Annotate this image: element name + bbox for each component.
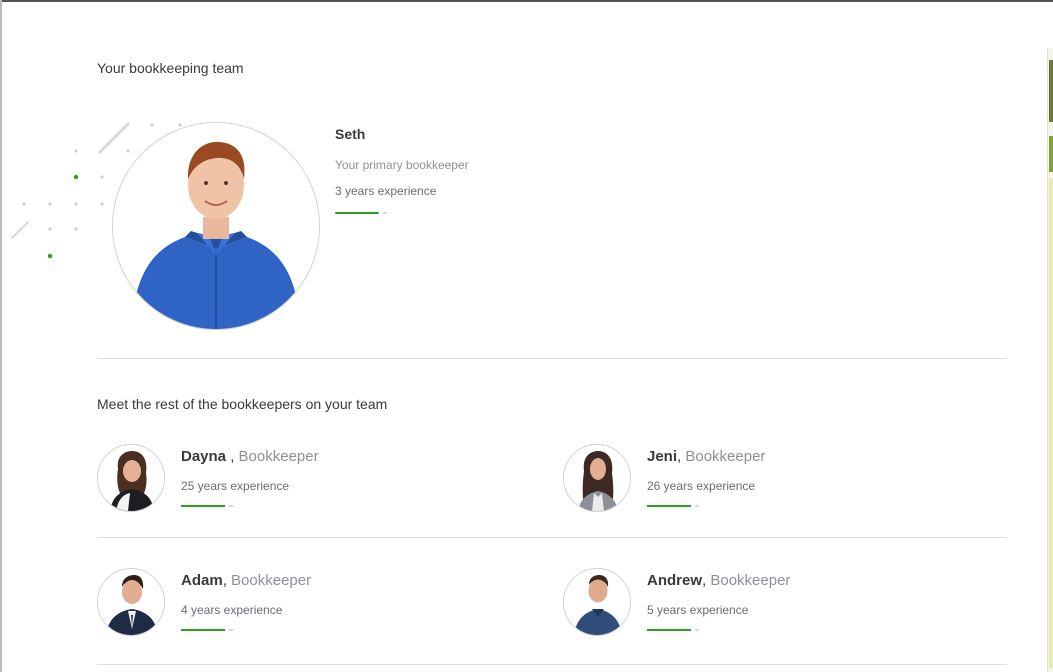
member-separator: , — [226, 448, 239, 465]
bookkeeping-team-panel: Your bookkeeping team Seth Your primary … — [0, 0, 1053, 672]
team-member-card: Andrew, Bookkeeper 5 years experience — [563, 568, 983, 640]
accent-underline — [335, 212, 387, 214]
member-avatar — [97, 444, 165, 512]
team-section-title: Meet the rest of the bookkeepers on your… — [97, 396, 388, 412]
member-role: Bookkeeper — [238, 448, 319, 465]
person-photo-icon — [113, 123, 319, 329]
member-role: Bookkeeper — [685, 448, 766, 465]
member-name-line: Dayna , Bookkeeper — [181, 448, 319, 465]
right-strip-segment — [1049, 178, 1053, 668]
person-photo-icon — [98, 445, 164, 511]
person-photo-icon — [98, 569, 164, 635]
section-title: Your bookkeeping team — [97, 60, 244, 76]
window-top-border — [0, 0, 1053, 2]
member-avatar — [563, 444, 631, 512]
primary-bookkeeper-role: Your primary bookkeeper — [335, 158, 469, 172]
member-name: Andrew — [647, 572, 703, 589]
accent-underline — [181, 629, 233, 631]
member-name: Dayna — [181, 448, 227, 465]
member-name: Adam — [181, 572, 223, 589]
section-divider — [97, 358, 1007, 359]
section-divider — [97, 664, 1007, 665]
member-name-line: Adam, Bookkeeper — [181, 572, 311, 589]
member-experience: 25 years experience — [181, 479, 290, 493]
member-separator: , — [222, 572, 232, 589]
member-name: Jeni — [647, 448, 678, 465]
person-photo-icon — [564, 569, 630, 635]
member-role: Bookkeeper — [710, 572, 791, 589]
member-experience: 5 years experience — [647, 603, 749, 617]
team-member-card: Dayna , Bookkeeper 25 years experience — [97, 444, 517, 516]
primary-bookkeeper-photo — [112, 122, 320, 330]
team-member-card: Adam, Bookkeeper 4 years experience — [97, 568, 517, 640]
right-strip-segment — [1049, 136, 1053, 172]
member-experience: 26 years experience — [647, 479, 756, 493]
accent-underline — [181, 505, 233, 507]
person-photo-icon — [564, 445, 630, 511]
primary-bookkeeper-name: Seth — [335, 126, 366, 142]
member-experience: 4 years experience — [181, 603, 283, 617]
window-left-border — [0, 0, 2, 672]
primary-bookkeeper-experience: 3 years experience — [335, 184, 437, 198]
accent-underline — [647, 629, 699, 631]
member-avatar — [97, 568, 165, 636]
right-strip-segment — [1049, 60, 1053, 122]
member-name-line: Jeni, Bookkeeper — [647, 448, 765, 465]
team-member-card: Jeni, Bookkeeper 26 years experience — [563, 444, 983, 516]
member-avatar — [563, 568, 631, 636]
member-name-line: Andrew, Bookkeeper — [647, 572, 790, 589]
section-divider — [97, 537, 1007, 538]
right-edge-strip — [1047, 48, 1053, 672]
member-role: Bookkeeper — [231, 572, 312, 589]
accent-underline — [647, 505, 699, 507]
